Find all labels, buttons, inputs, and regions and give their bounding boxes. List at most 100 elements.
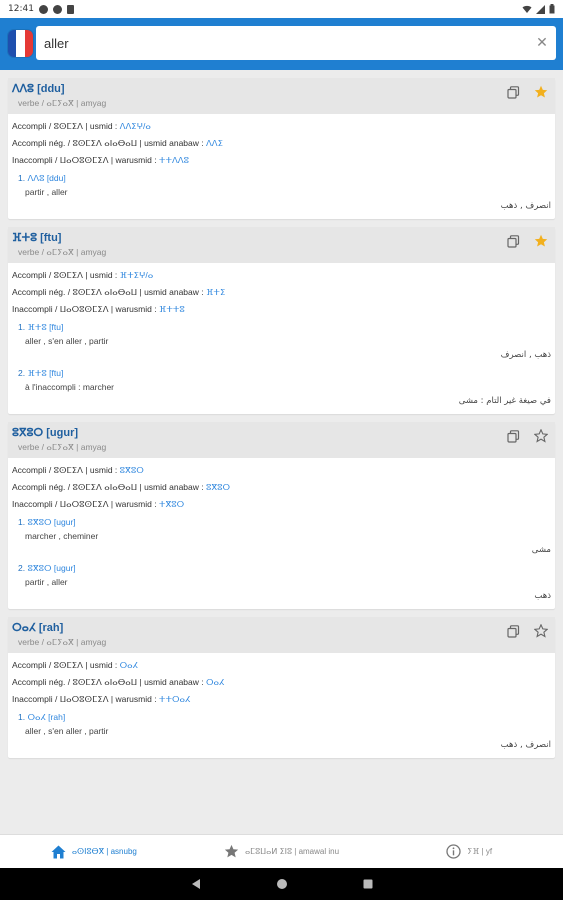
wifi-icon [522,5,532,13]
conjugation-label: Inaccompli / ⵡⴰⵔⵓⵙⵎⵉⴷ | warusmid : [12,499,159,509]
star-outline-icon[interactable] [533,623,549,639]
conjugation-value: ⵓⴳⵓⵔ [205,482,231,492]
sense-item: 1. ⴷⴷⵓ [ddu] partir , aller انصرف , ذهب [12,171,551,213]
conjugation-label: Inaccompli / ⵡⴰⵔⵓⵙⵎⵉⴷ | warusmid : [12,155,159,165]
entry-pos: verbe / ⴰⵎⵢⴰⴳ | amyag [18,98,107,108]
conjugation-value: ⴼⵜⵉⵖ/ⴰ [119,270,154,280]
entry-card: ⵔⴰⵃ [rah] verbe / ⴰⵎⵢⴰⴳ | amyag Accompli /… [8,617,555,758]
conjugation-value: ⴼⵜⵜⵓ [158,304,185,314]
copy-icon[interactable] [505,623,521,639]
copy-icon[interactable] [505,84,521,100]
conjugation-label: Accompli nég. / ⵓⵙⵎⵉⴷ ⴰⵏⴰⴱⴰⵡ | usmid ana… [12,287,206,297]
nav-item-info[interactable]: ⵢⴼ | yf [375,835,563,868]
sense-item: 2. ⵓⴳⵓⵔ [ugur] partir , aller ذهب [12,561,551,603]
status-time: 12:41 [8,4,34,14]
sim-icon [66,4,74,14]
sense-item: 1. ⵓⴳⵓⵔ [ugur] marcher , cheminer مشى [12,515,551,557]
conjugation-line: Inaccompli / ⵡⴰⵔⵓⵙⵎⵉⴷ | warusmid : ⴼⵜⵜⵓ [12,301,551,318]
home-button-icon[interactable] [274,876,290,892]
conjugation-label: Accompli / ⵓⵙⵎⵉⴷ | usmid : [12,465,120,475]
entry-pos: verbe / ⴰⵎⵢⴰⴳ | amyag [18,442,107,452]
sync-icon [52,4,62,14]
nav-item-star[interactable]: ⴰⵎⵓⵡⴰⵍ ⵉⵏⵓ | amawal inu [188,835,376,868]
sense-item: 1. ⴼⵜⵓ [ftu] aller , s'en aller , partir ذ… [12,320,551,362]
conjugation-label: Accompli / ⵓⵙⵎⵉⴷ | usmid : [12,660,120,670]
sense-arabic: في صيغة غير التام : مشى [458,396,551,406]
conjugation-value: ⵜⵜⴷⴷⵓ [158,155,189,165]
nav-item-label: ⴰⵙⵏⵓⴱⴳ | asnubg [71,847,137,856]
conjugation-line: Accompli nég. / ⵓⵙⵎⵉⴷ ⴰⵏⴰⴱⴰⵡ | usmid ana… [12,284,551,301]
entry-actions [505,233,549,249]
conjugation-label: Accompli nég. / ⵓⵙⵎⵉⴷ ⴰⵏⴰⴱⴰⵡ | usmid ana… [12,677,206,687]
flag-stripe-red [24,30,33,57]
sense-heading: 1. ⴷⴷⵓ [ddu] [12,171,551,185]
sense-ref: ⵔⴰⵃ [rah] [27,712,66,722]
sense-arabic: ذهب , انصرف [500,350,551,360]
conjugation-line: Accompli / ⵓⵙⵎⵉⴷ | usmid : ⵓⴳⵓⵔ [12,462,551,479]
copy-icon[interactable] [505,233,521,249]
french-flag-icon[interactable] [8,30,33,57]
conjugation-value: ⵜⵜⵔⴰⵃ [158,694,191,704]
signal-icon [536,4,545,14]
sense-arabic: انصرف , ذهب [500,740,551,750]
battery-icon [549,4,555,14]
back-icon[interactable] [188,876,204,892]
recents-icon[interactable] [360,876,376,892]
conjugation-line: Accompli nég. / ⵓⵙⵎⵉⴷ ⴰⵏⴰⴱⴰⵡ | usmid ana… [12,135,551,152]
sense-heading: 1. ⵔⴰⵃ [rah] [12,710,551,724]
entry-card: ⴷⴷⵓ [ddu] verbe / ⴰⵎⵢⴰⴳ | amyag Accompli /… [8,78,555,219]
notification-icon [38,4,48,14]
conjugation-value: ⵜⴳⵓⵔ [158,499,185,509]
entry-pos: verbe / ⴰⵎⵢⴰⴳ | amyag [18,247,107,257]
conjugation-line: Accompli nég. / ⵓⵙⵎⵉⴷ ⴰⵏⴰⴱⴰⵡ | usmid ana… [12,674,551,691]
sense-heading: 2. ⵓⴳⵓⵔ [ugur] [12,561,551,575]
sense-ref: ⵓⴳⵓⵔ [ugur] [27,517,76,527]
sense-ref: ⴷⴷⵓ [ddu] [27,173,66,183]
status-bar: 12:41 [0,0,563,18]
home-icon [51,845,66,859]
entry-title: ⴼⵜⵓ [ftu] [12,232,62,244]
conjugation-line: Accompli / ⵓⵙⵎⵉⴷ | usmid : ⵔⴰⵃ [12,657,551,674]
conjugation-value: ⵓⴳⵓⵔ [119,465,144,475]
sense-heading: 1. ⵓⴳⵓⵔ [ugur] [12,515,551,529]
entry-body: Accompli / ⵓⵙⵎⵉⴷ | usmid : ⵓⴳⵓⵔ Accompli … [8,458,555,609]
search-input[interactable] [36,26,528,60]
entry-title: ⵔⴰⵃ [rah] [12,622,64,634]
flag-stripe-blue [8,30,17,57]
app-header: ✕ [0,18,563,70]
star-filled-icon[interactable] [533,233,549,249]
clear-icon[interactable]: ✕ [528,35,556,51]
nav-item-home[interactable]: ⴰⵙⵏⵓⴱⴳ | asnubg [0,835,188,868]
sense-french: à l'inaccompli : marcher [25,382,115,392]
conjugation-value: ⴼⵜⵉ [205,287,226,297]
conjugation-line: Inaccompli / ⵡⴰⵔⵓⵙⵎⵉⴷ | warusmid : ⵜⴳⵓⵔ [12,496,551,513]
sense-french: marcher , cheminer [25,531,99,541]
sense-item: 2. ⴼⵜⵓ [ftu] à l'inaccompli : marcher في ص… [12,366,551,408]
entry-title: ⴷⴷⵓ [ddu] [12,83,65,95]
sense-french: partir , aller [25,577,68,587]
star-icon [224,844,239,859]
sense-heading: 1. ⴼⵜⵓ [ftu] [12,320,551,334]
conjugation-value: ⴷⴷⵉⵖ/ⴰ [119,121,151,131]
sense-ref: ⴼⵜⵓ [ftu] [27,368,64,378]
star-outline-icon[interactable] [533,428,549,444]
results-list: ⴷⴷⵓ [ddu] verbe / ⴰⵎⵢⴰⴳ | amyag Accompli /… [0,70,563,834]
sense-item: 1. ⵔⴰⵃ [rah] aller , s'en aller , partir ا… [12,710,551,752]
flag-stripe-white [16,30,25,57]
sense-french: aller , s'en aller , partir [25,336,109,346]
star-filled-icon[interactable] [533,84,549,100]
conjugation-value: ⵔⴰⵃ [205,677,225,687]
conjugation-line: Inaccompli / ⵡⴰⵔⵓⵙⵎⵉⴷ | warusmid : ⵜⵜⵔⴰⵃ [12,691,551,708]
conjugation-label: Inaccompli / ⵡⴰⵔⵓⵙⵎⵉⴷ | warusmid : [12,694,159,704]
sense-ref: ⵓⴳⵓⵔ [ugur] [27,563,76,573]
entry-actions [505,84,549,100]
entry-header: ⵔⴰⵃ [rah] verbe / ⴰⵎⵢⴰⴳ | amyag [8,617,555,653]
sense-arabic: مشى [531,545,551,555]
conjugation-label: Accompli / ⵓⵙⵎⵉⴷ | usmid : [12,270,120,280]
entry-body: Accompli / ⵓⵙⵎⵉⴷ | usmid : ⴷⴷⵉⵖ/ⴰ Accompl… [8,114,555,219]
entry-actions [505,428,549,444]
copy-icon[interactable] [505,428,521,444]
conjugation-line: Accompli nég. / ⵓⵙⵎⵉⴷ ⴰⵏⴰⴱⴰⵡ | usmid ana… [12,479,551,496]
nav-item-label: ⵢⴼ | yf [467,847,493,856]
entry-header: ⴷⴷⵓ [ddu] verbe / ⴰⵎⵢⴰⴳ | amyag [8,78,555,114]
